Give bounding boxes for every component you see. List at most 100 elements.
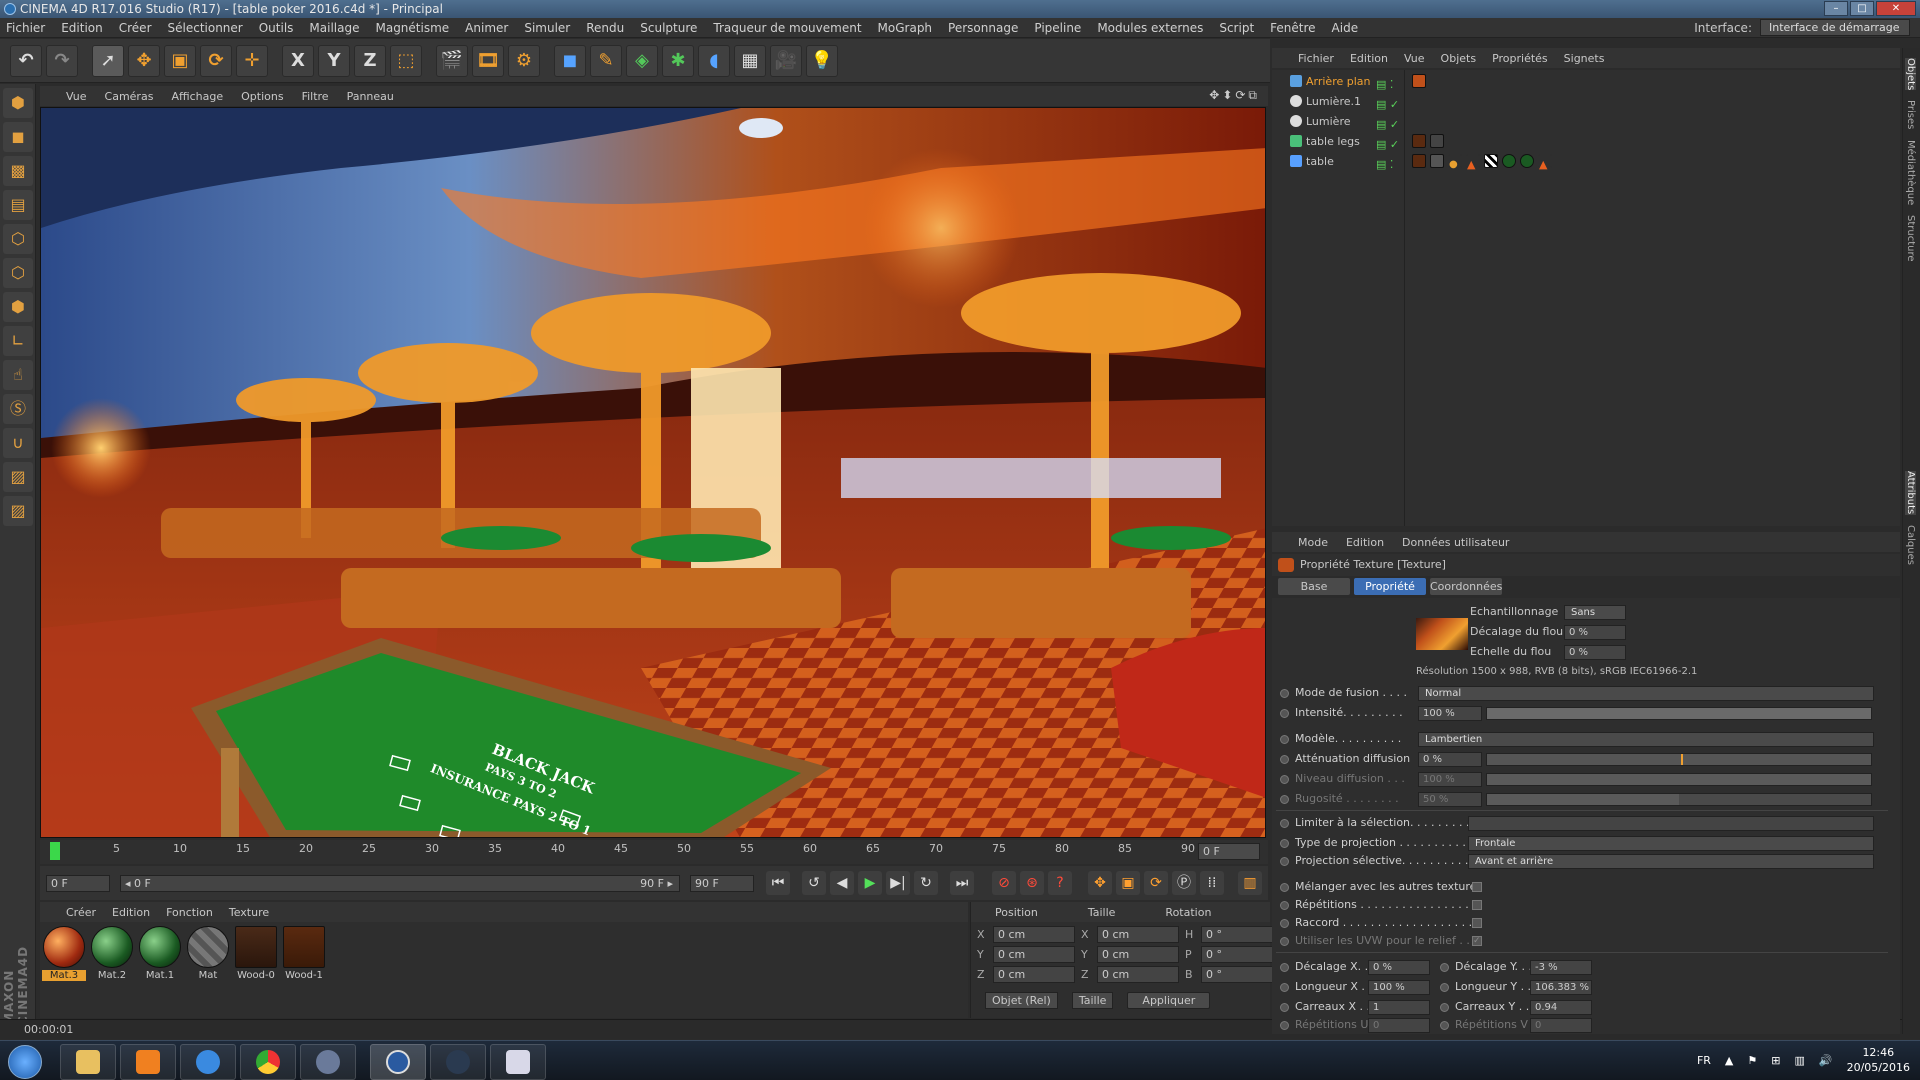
tray-volume-icon[interactable]: 🔊 [1819, 1054, 1833, 1067]
limit-selection-field[interactable] [1468, 816, 1874, 831]
position-y-field[interactable]: 0 cm [993, 946, 1075, 963]
material-swatch[interactable]: Wood-1 [282, 926, 326, 982]
viewport-menu-vue[interactable]: Vue [66, 90, 87, 103]
goto-end-icon[interactable]: ⏭ [950, 871, 974, 895]
timeline-window-icon[interactable]: ▥ [1238, 871, 1262, 895]
workplane-lock-icon[interactable]: ▨ [3, 462, 33, 492]
material-menu-creer[interactable]: Créer [66, 906, 96, 919]
attr-menu-edition[interactable]: Edition [1346, 536, 1384, 549]
material-menu-edition[interactable]: Edition [112, 906, 150, 919]
start-button[interactable] [8, 1045, 42, 1079]
workplane-icon[interactable]: ▤ [3, 190, 33, 220]
selective-projection-select[interactable]: Avant et arrière [1468, 854, 1874, 869]
cube-primitive-icon[interactable]: ◼ [554, 44, 586, 77]
material-swatch[interactable]: Wood-0 [234, 926, 278, 982]
uvw-tag-icon[interactable] [1484, 154, 1498, 168]
3d-viewport[interactable]: BLACK JACK PAYS 3 TO 2 INSURANCE PAYS 2 … [40, 107, 1266, 838]
points-mode-icon[interactable]: ⬡ [3, 224, 33, 254]
timeline-playhead[interactable] [50, 842, 60, 860]
taskbar-clock[interactable]: 12:46 20/05/2016 [1847, 1045, 1910, 1075]
taskbar-media-player[interactable] [120, 1044, 176, 1080]
viewport-menu-cameras[interactable]: Caméras [105, 90, 154, 103]
menu-personnage[interactable]: Personnage [948, 21, 1018, 35]
phong-tag-icon[interactable]: ▲ [1538, 154, 1552, 171]
visibility-flags[interactable]: ▤ ⁚ [1376, 75, 1406, 91]
tab-coordonnees[interactable]: Coordonnées [1430, 578, 1502, 595]
menu-sculpture[interactable]: Sculpture [640, 21, 697, 35]
tab-propriete[interactable]: Propriété [1354, 578, 1426, 595]
menu-modules-externes[interactable]: Modules externes [1097, 21, 1203, 35]
size-mode-dropdown[interactable]: Taille [1071, 992, 1114, 1009]
close-button[interactable]: ✕ [1876, 1, 1916, 16]
intensity-slider[interactable] [1486, 707, 1872, 720]
render-picture-viewer-icon[interactable]: 🎞 [472, 44, 504, 77]
object-menu-fichier[interactable]: Fichier [1298, 52, 1334, 65]
autokey-icon[interactable]: ⊛ [1020, 871, 1044, 895]
offset-x-field[interactable]: 0 % [1368, 960, 1430, 975]
minimize-button[interactable]: – [1824, 1, 1848, 16]
last-tool-icon[interactable]: ✛ [236, 44, 268, 77]
animate-radio[interactable] [1280, 856, 1289, 866]
diffusion-attenuation-field[interactable]: 0 % [1418, 752, 1482, 767]
taskbar-chrome[interactable] [240, 1044, 296, 1080]
object-menu-objets[interactable]: Objets [1441, 52, 1477, 65]
length-y-field[interactable]: 106.383 % [1530, 980, 1592, 995]
viewport-menu-affichage[interactable]: Affichage [171, 90, 223, 103]
x-axis-lock-button[interactable]: X [282, 44, 314, 77]
menu-aide[interactable]: Aide [1332, 21, 1359, 35]
visibility-flags[interactable]: ▤ ⁚ [1376, 155, 1406, 171]
menu-pipeline[interactable]: Pipeline [1034, 21, 1081, 35]
menu-selectionner[interactable]: Sélectionner [168, 21, 243, 35]
taskbar-steam[interactable] [430, 1044, 486, 1080]
attr-menu-mode[interactable]: Mode [1298, 536, 1328, 549]
animate-radio[interactable] [1280, 754, 1289, 764]
rotation-h-field[interactable]: 0 ° [1201, 926, 1283, 943]
subdivision-surface-icon[interactable]: ◈ [626, 44, 658, 77]
object-row-lumiere-1[interactable]: Lumière.1 ▤ ✓ [1272, 92, 1900, 111]
loop-forward-icon[interactable]: ↻ [914, 871, 938, 895]
undo-icon[interactable]: ↶ [10, 44, 42, 77]
taskbar-cinema4d[interactable] [370, 1044, 426, 1080]
taskbar-internet-explorer[interactable] [180, 1044, 236, 1080]
position-z-field[interactable]: 0 cm [993, 966, 1075, 983]
menu-magnetisme[interactable]: Magnétisme [375, 21, 449, 35]
object-row-table[interactable]: table ▤ ⁚ ● ▲ ▲ [1272, 152, 1900, 171]
menu-fenetre[interactable]: Fenêtre [1270, 21, 1315, 35]
apply-button[interactable]: Appliquer [1127, 992, 1211, 1009]
menu-outils[interactable]: Outils [259, 21, 294, 35]
sampling-select[interactable]: Sans [1564, 605, 1626, 620]
selection-tag-icon[interactable]: ● [1448, 154, 1462, 170]
phong-tag-icon[interactable]: ▲ [1466, 154, 1480, 171]
redo-icon[interactable]: ↷ [46, 44, 78, 77]
play-icon[interactable]: ▶ [858, 871, 882, 895]
magnet-icon[interactable]: ∪ [3, 428, 33, 458]
object-menu-signets[interactable]: Signets [1564, 52, 1605, 65]
max-frame-field[interactable]: 90 F [690, 874, 754, 892]
fusion-mode-select[interactable]: Normal [1418, 686, 1874, 701]
cloner-icon[interactable]: ✱ [662, 44, 694, 77]
tab-base[interactable]: Base [1278, 578, 1350, 595]
size-y-field[interactable]: 0 cm [1097, 946, 1179, 963]
animate-radio[interactable] [1280, 688, 1289, 698]
blur-scale-field[interactable]: 0 % [1564, 645, 1626, 660]
projection-type-select[interactable]: Frontale [1468, 836, 1874, 851]
menu-traqueur[interactable]: Traqueur de mouvement [713, 21, 861, 35]
object-row-lumiere[interactable]: Lumière ▤ ✓ [1272, 112, 1900, 131]
record-key-icon[interactable]: ⊘ [992, 871, 1016, 895]
length-x-field[interactable]: 100 % [1368, 980, 1430, 995]
dock-tab-structure[interactable]: Structure [1905, 215, 1916, 262]
menu-fichier[interactable]: Fichier [6, 21, 45, 35]
y-axis-lock-button[interactable]: Y [318, 44, 350, 77]
visibility-flags[interactable]: ▤ ✓ [1376, 135, 1406, 151]
language-indicator[interactable]: FR [1697, 1054, 1711, 1067]
next-frame-icon[interactable]: ▶| [886, 871, 910, 895]
taskbar-paint[interactable] [490, 1044, 546, 1080]
coordinate-system-icon[interactable]: ⬚ [390, 44, 422, 77]
menu-creer[interactable]: Créer [119, 21, 152, 35]
edges-mode-icon[interactable]: ⬡ [3, 258, 33, 288]
model-select[interactable]: Lambertien [1418, 732, 1874, 747]
object-menu-proprietes[interactable]: Propriétés [1492, 52, 1548, 65]
animate-radio[interactable] [1280, 962, 1289, 972]
size-x-field[interactable]: 0 cm [1097, 926, 1179, 943]
make-editable-icon[interactable]: ⬢ [3, 88, 33, 118]
